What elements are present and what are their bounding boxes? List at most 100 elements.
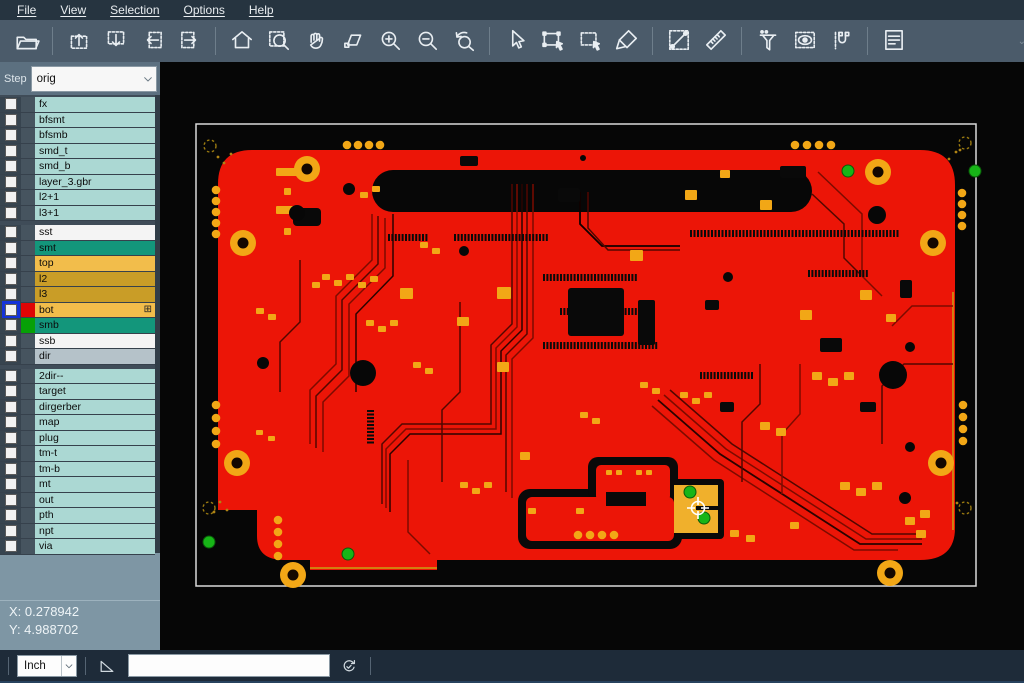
layer-color-swatch[interactable] xyxy=(21,128,35,143)
layer-checkbox[interactable] xyxy=(5,207,17,219)
layer-checkbox[interactable] xyxy=(5,432,17,444)
layer-checkbox[interactable] xyxy=(5,478,17,490)
layer-name-label[interactable]: bfsmb xyxy=(35,128,155,143)
layer-name-label[interactable]: 2dir-- xyxy=(35,369,155,384)
layer-checkbox[interactable] xyxy=(5,129,17,141)
layer-color-swatch[interactable] xyxy=(21,446,35,461)
layer-color-swatch[interactable] xyxy=(21,159,35,174)
pcb-canvas[interactable] xyxy=(160,62,1024,650)
layer-checkbox[interactable] xyxy=(5,304,17,316)
layer-checkbox[interactable] xyxy=(5,335,17,347)
layer-checkbox[interactable] xyxy=(5,242,17,254)
layer-name-label[interactable]: smb xyxy=(35,318,155,333)
zoom-window-button[interactable] xyxy=(262,24,296,58)
layer-color-swatch[interactable] xyxy=(21,334,35,349)
layer-color-swatch[interactable] xyxy=(21,97,35,112)
layer-checkbox[interactable] xyxy=(5,257,17,269)
layer-name-label[interactable]: dir xyxy=(35,349,155,364)
layer-color-swatch[interactable] xyxy=(21,524,35,539)
nudge-left-button[interactable] xyxy=(136,24,170,58)
layer-name-label[interactable]: target xyxy=(35,384,155,399)
layer-checkbox[interactable] xyxy=(5,191,17,203)
layer-checkbox[interactable] xyxy=(5,350,17,362)
nudge-right-button[interactable] xyxy=(173,24,207,58)
layer-name-label[interactable]: mt xyxy=(35,477,155,492)
layer-name-label[interactable]: bot⊞ xyxy=(35,303,155,318)
layer-color-swatch[interactable] xyxy=(21,225,35,240)
layer-name-label[interactable]: pth xyxy=(35,508,155,523)
layer-name-label[interactable]: out xyxy=(35,493,155,508)
layer-name-label[interactable]: bfsmt xyxy=(35,113,155,128)
layer-color-swatch[interactable] xyxy=(21,462,35,477)
select-cursor-button[interactable] xyxy=(499,24,533,58)
layer-name-label[interactable]: l2+1 xyxy=(35,190,155,205)
layer-name-label[interactable]: smt xyxy=(35,241,155,256)
layer-name-label[interactable]: smd_b xyxy=(35,159,155,174)
panel-button[interactable] xyxy=(877,24,911,58)
view-eye-button[interactable] xyxy=(788,24,822,58)
layer-color-swatch[interactable] xyxy=(21,256,35,271)
layer-color-swatch[interactable] xyxy=(21,287,35,302)
layer-name-label[interactable]: l3 xyxy=(35,287,155,302)
layer-checkbox[interactable] xyxy=(5,494,17,506)
layer-color-swatch[interactable] xyxy=(21,303,35,318)
select-region-button[interactable] xyxy=(573,24,607,58)
layer-checkbox[interactable] xyxy=(5,273,17,285)
layer-color-swatch[interactable] xyxy=(21,384,35,399)
layer-checkbox[interactable] xyxy=(5,447,17,459)
nudge-up-button[interactable] xyxy=(62,24,96,58)
layer-color-swatch[interactable] xyxy=(21,190,35,205)
filter-button[interactable] xyxy=(751,24,785,58)
layer-name-label[interactable]: via xyxy=(35,539,155,554)
layer-checkbox[interactable] xyxy=(5,540,17,552)
sync-icon[interactable] xyxy=(336,653,362,679)
layer-checkbox[interactable] xyxy=(5,145,17,157)
menu-item-file[interactable]: File xyxy=(6,3,47,17)
menu-item-selection[interactable]: Selection xyxy=(99,3,170,17)
command-input[interactable] xyxy=(128,654,330,677)
layer-color-swatch[interactable] xyxy=(21,493,35,508)
layer-color-swatch[interactable] xyxy=(21,477,35,492)
layer-color-swatch[interactable] xyxy=(21,415,35,430)
layer-checkbox[interactable] xyxy=(5,114,17,126)
layer-name-label[interactable]: sst xyxy=(35,225,155,240)
measure-button[interactable] xyxy=(662,24,696,58)
ruler-button[interactable] xyxy=(699,24,733,58)
layer-color-swatch[interactable] xyxy=(21,318,35,333)
layer-color-swatch[interactable] xyxy=(21,508,35,523)
layer-name-label[interactable]: ssb xyxy=(35,334,155,349)
toolbar-overflow-chevron-icon[interactable]: ⌄ xyxy=(1018,36,1024,47)
menu-item-options[interactable]: Options xyxy=(173,3,236,17)
layer-checkbox[interactable] xyxy=(5,509,17,521)
menu-item-help[interactable]: Help xyxy=(238,3,285,17)
layer-checkbox[interactable] xyxy=(5,226,17,238)
zoom-back-button[interactable] xyxy=(447,24,481,58)
zoom-out-button[interactable] xyxy=(410,24,444,58)
layer-name-label[interactable]: npt xyxy=(35,524,155,539)
select-rect-button[interactable] xyxy=(536,24,570,58)
layer-checkbox[interactable] xyxy=(5,525,17,537)
layer-color-swatch[interactable] xyxy=(21,113,35,128)
layer-color-swatch[interactable] xyxy=(21,144,35,159)
layer-name-label[interactable]: smd_t xyxy=(35,144,155,159)
layer-color-swatch[interactable] xyxy=(21,431,35,446)
open-button[interactable] xyxy=(10,24,44,58)
pan-button[interactable] xyxy=(299,24,333,58)
zoom-in-button[interactable] xyxy=(373,24,407,58)
layer-checkbox[interactable] xyxy=(5,160,17,172)
step-combobox[interactable]: orig xyxy=(31,66,157,92)
layer-checkbox[interactable] xyxy=(5,463,17,475)
layer-color-swatch[interactable] xyxy=(21,369,35,384)
layer-name-label[interactable]: fx xyxy=(35,97,155,112)
brush-button[interactable] xyxy=(610,24,644,58)
layer-checkbox[interactable] xyxy=(5,176,17,188)
layer-checkbox[interactable] xyxy=(5,416,17,428)
layer-color-swatch[interactable] xyxy=(21,539,35,554)
layer-name-label[interactable]: dirgerber xyxy=(35,400,155,415)
layer-checkbox[interactable] xyxy=(5,385,17,397)
layer-name-label[interactable]: tm-b xyxy=(35,462,155,477)
layer-name-label[interactable]: top xyxy=(35,256,155,271)
layer-color-swatch[interactable] xyxy=(21,349,35,364)
layer-name-label[interactable]: layer_3.gbr xyxy=(35,175,155,190)
layer-checkbox[interactable] xyxy=(5,288,17,300)
